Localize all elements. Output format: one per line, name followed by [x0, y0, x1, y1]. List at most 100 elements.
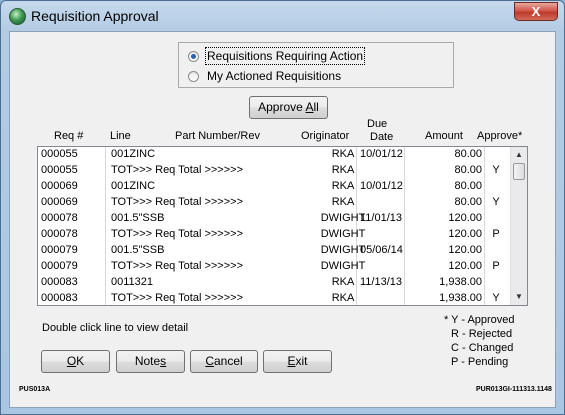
- cell-req: 000079: [41, 244, 78, 256]
- column-header-line: Line: [110, 130, 131, 142]
- cell-amount: 80.00: [454, 180, 482, 192]
- column-header-part: Part Number/Rev: [175, 130, 260, 142]
- button-label: xit: [295, 354, 308, 368]
- radio-label: Requisitions Requiring Action: [204, 47, 366, 65]
- notes-button[interactable]: Notes: [116, 350, 185, 373]
- cell-req: 000078: [41, 212, 78, 224]
- cell-due-date: 05/06/14: [360, 244, 403, 256]
- column-header-approve: Approve*: [477, 130, 523, 142]
- cell-line: 001.5"SSB: [111, 212, 165, 224]
- legend-changed: C - Changed: [451, 342, 514, 354]
- cell-req: 000083: [41, 292, 78, 304]
- button-label-mnemonic: C: [205, 354, 214, 368]
- table-row[interactable]: 000083 0011321 RKA 11/13/13 1,938.00: [38, 275, 511, 291]
- cell-line: TOT>>> Req Total >>>>>>: [111, 196, 243, 208]
- filter-radio-group: Requisitions Requiring Action My Actione…: [178, 42, 454, 88]
- cell-amount: 80.00: [454, 164, 482, 176]
- button-label-mnemonic: E: [287, 354, 296, 368]
- requisition-approval-window: Requisition Approval X Requisitions Requ…: [0, 0, 565, 415]
- requisition-list[interactable]: 000055 001ZINC RKA 10/01/12 80.00 000055 TOT>…: [37, 146, 528, 306]
- button-label-mnemonic: A: [305, 100, 314, 114]
- column-header-date: Date: [370, 131, 394, 143]
- cell-req: 000069: [41, 180, 78, 192]
- cell-approve: Y: [492, 292, 500, 304]
- cell-amount: 120.00: [448, 244, 482, 256]
- table-row[interactable]: 000079 001.5"SSB DWIGHT 05/06/14 120.00: [38, 243, 511, 259]
- button-label: Approve: [258, 100, 306, 114]
- scroll-up-icon[interactable]: ▲: [514, 150, 524, 160]
- cell-req: 000078: [41, 228, 78, 240]
- cell-req: 000079: [41, 260, 78, 272]
- cell-req: 000055: [41, 164, 78, 176]
- button-label-mnemonic: s: [160, 354, 167, 368]
- vertical-scrollbar[interactable]: ▲ ▼: [510, 147, 527, 305]
- legend-pending: P - Pending: [451, 356, 509, 368]
- cell-due-date: 11/13/13: [360, 276, 403, 288]
- cell-originator: RKA: [331, 164, 355, 176]
- title-bar[interactable]: Requisition Approval X: [1, 1, 564, 31]
- ok-button[interactable]: OK: [41, 350, 110, 373]
- column-header-due: Due: [367, 118, 388, 130]
- table-row[interactable]: 000055 TOT>>> Req Total >>>>>> RKA 80.00 Y: [38, 163, 511, 179]
- cell-line: TOT>>> Req Total >>>>>>: [111, 292, 243, 304]
- cell-line: TOT>>> Req Total >>>>>>: [111, 260, 243, 272]
- radio-my-actioned[interactable]: My Actioned Requisitions: [188, 68, 341, 84]
- cell-amount: 120.00: [448, 260, 482, 272]
- legend-approved: * Y - Approved: [444, 314, 515, 326]
- cancel-button[interactable]: Cancel: [190, 350, 258, 373]
- table-row[interactable]: 000078 001.5"SSB DWIGHT 11/01/13 120.00: [38, 211, 511, 227]
- approve-all-button[interactable]: Approve All: [249, 96, 328, 119]
- cell-amount: 1,938.00: [439, 292, 482, 304]
- cell-approve: P: [492, 228, 500, 240]
- requisition-list-body: 000055 001ZINC RKA 10/01/12 80.00 000055 TOT>…: [38, 147, 511, 305]
- button-label: K: [76, 354, 85, 368]
- scroll-down-icon[interactable]: ▼: [514, 292, 524, 302]
- cell-amount: 1,938.00: [439, 276, 482, 288]
- cell-line: 001.5"SSB: [111, 244, 165, 256]
- table-row[interactable]: 000078 TOT>>> Req Total >>>>>> DWIGHT 120.0…: [38, 227, 511, 243]
- cell-originator: DWIGHT: [320, 228, 366, 240]
- cell-originator: DWIGHT: [320, 260, 366, 272]
- cell-line: TOT>>> Req Total >>>>>>: [111, 164, 243, 176]
- form-id-left: PUS013A: [19, 386, 51, 393]
- close-button[interactable]: X: [514, 2, 558, 21]
- cell-line: TOT>>> Req Total >>>>>>: [111, 228, 243, 240]
- button-label: ll: [313, 100, 319, 114]
- radio-requiring-action[interactable]: Requisitions Requiring Action: [188, 47, 366, 65]
- cell-approve: Y: [492, 196, 500, 208]
- hint-text: Double click line to view detail: [42, 322, 189, 334]
- table-row[interactable]: 000055 001ZINC RKA 10/01/12 80.00: [38, 147, 511, 163]
- cell-amount: 120.00: [448, 228, 482, 240]
- cell-due-date: 10/01/12: [360, 148, 403, 160]
- button-label: Note: [134, 354, 161, 368]
- column-header-originator: Originator: [301, 130, 350, 142]
- cell-req: 000069: [41, 196, 78, 208]
- cell-line: 001ZINC: [111, 180, 156, 192]
- cell-approve: Y: [492, 164, 500, 176]
- legend-rejected: R - Rejected: [451, 328, 513, 340]
- radio-button-icon[interactable]: [188, 50, 199, 62]
- button-label-mnemonic: O: [66, 354, 77, 368]
- radio-button-icon[interactable]: [188, 70, 199, 82]
- cell-amount: 80.00: [454, 196, 482, 208]
- cell-originator: RKA: [331, 196, 355, 208]
- cell-approve: P: [492, 260, 500, 272]
- cell-due-date: 11/01/13: [360, 212, 403, 224]
- dialog-body: Requisitions Requiring Action My Actione…: [9, 31, 556, 408]
- form-id-right: PUR013GI-111313.1148: [476, 386, 552, 393]
- scroll-thumb[interactable]: [513, 163, 525, 180]
- cell-req: 000055: [41, 148, 78, 160]
- column-header-amount: Amount: [425, 130, 463, 142]
- cell-line: 0011321: [111, 276, 154, 288]
- cell-originator: RKA: [331, 292, 355, 304]
- table-row[interactable]: 000083 TOT>>> Req Total >>>>>> RKA 1,938.00…: [38, 291, 511, 305]
- cell-amount: 120.00: [448, 212, 482, 224]
- exit-button[interactable]: Exit: [263, 350, 332, 373]
- radio-label: My Actioned Requisitions: [207, 69, 342, 83]
- window-title: Requisition Approval: [31, 8, 159, 24]
- table-row[interactable]: 000079 TOT>>> Req Total >>>>>> DWIGHT 120.0…: [38, 259, 511, 275]
- cell-due-date: 10/01/12: [360, 180, 403, 192]
- table-row[interactable]: 000069 001ZINC RKA 10/01/12 80.00: [38, 179, 511, 195]
- table-row[interactable]: 000069 TOT>>> Req Total >>>>>> RKA 80.00 Y: [38, 195, 511, 211]
- cell-amount: 80.00: [454, 148, 482, 160]
